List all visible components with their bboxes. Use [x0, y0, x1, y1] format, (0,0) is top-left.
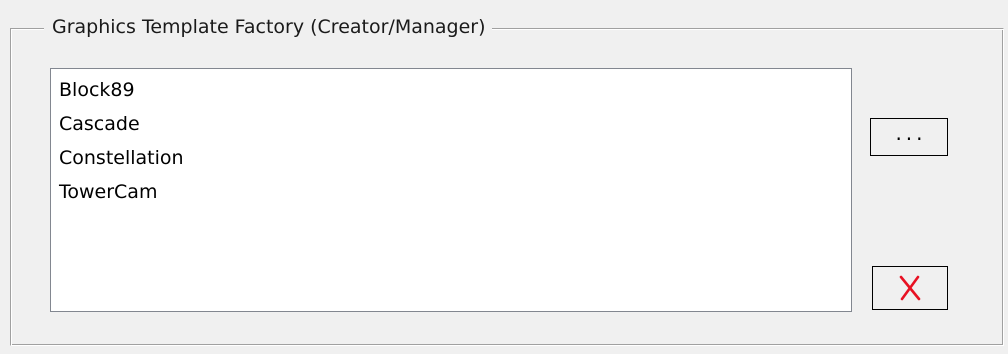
delete-button[interactable] [872, 266, 948, 310]
window-body: Graphics Template Factory (Creator/Manag… [0, 0, 1008, 354]
template-listbox[interactable]: Block89 Cascade Constellation TowerCam [50, 68, 852, 312]
template-list-items: Block89 Cascade Constellation TowerCam [51, 69, 851, 209]
list-item[interactable]: Cascade [51, 107, 851, 141]
list-item[interactable]: Constellation [51, 141, 851, 175]
list-item[interactable]: TowerCam [51, 175, 851, 209]
red-x-delete-icon [898, 275, 922, 301]
groupbox-title: Graphics Template Factory (Creator/Manag… [44, 14, 492, 40]
list-item[interactable]: Block89 [51, 73, 851, 107]
browse-button[interactable]: ... [870, 118, 948, 156]
